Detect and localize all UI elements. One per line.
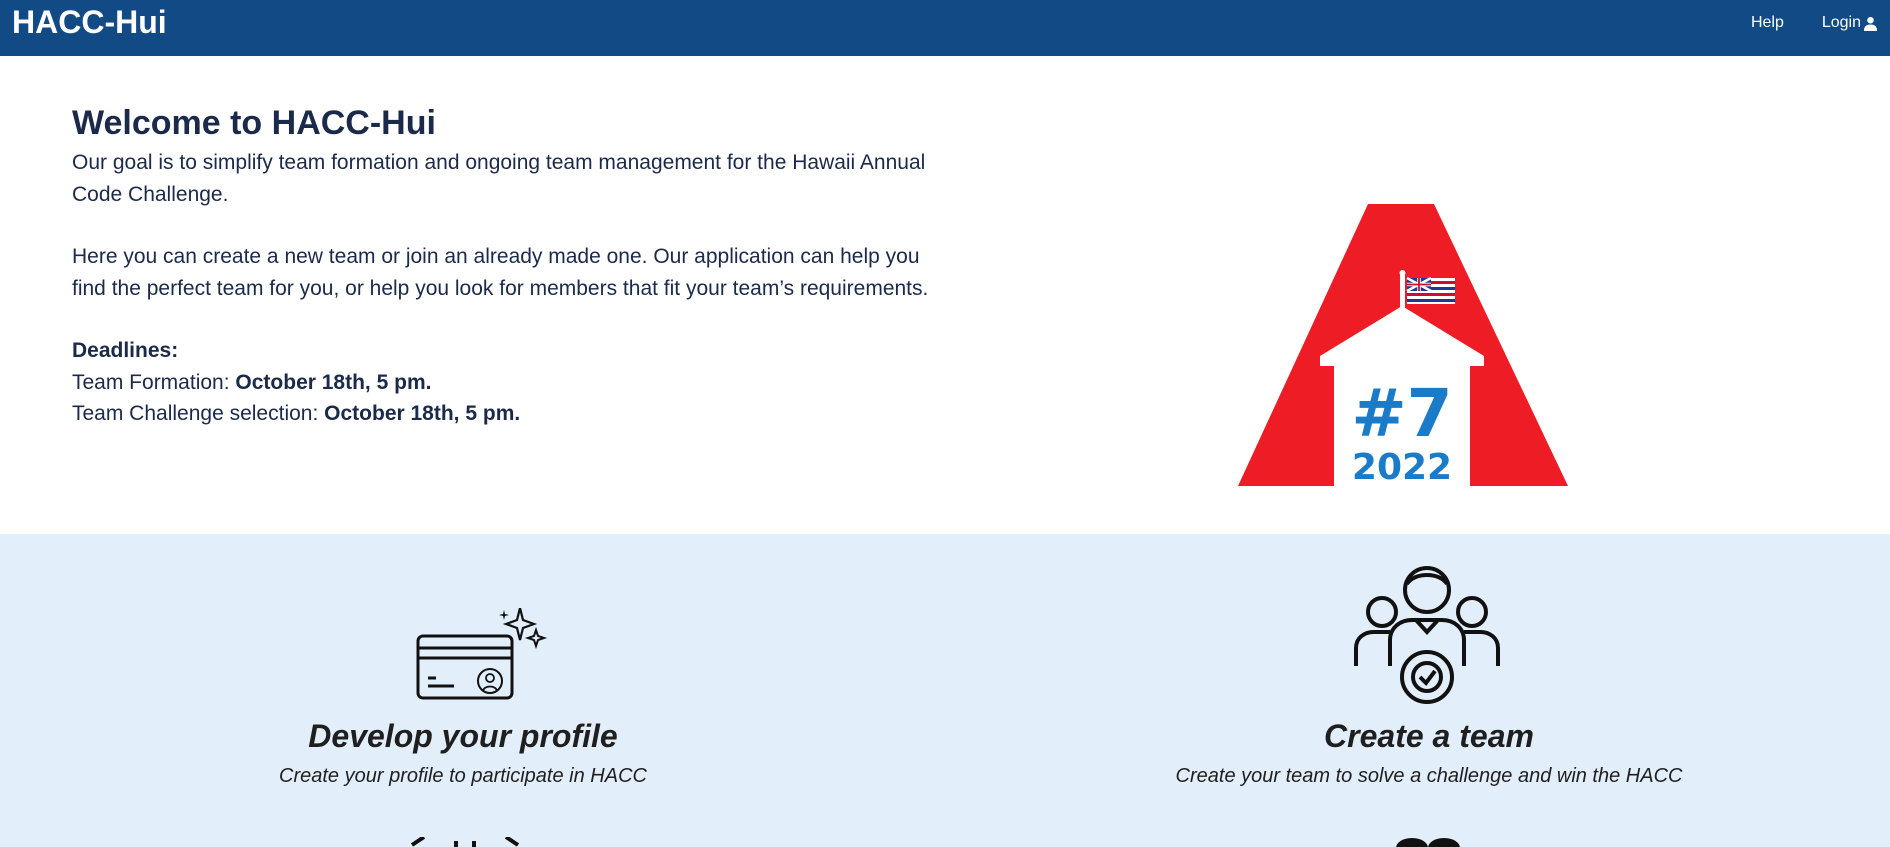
- navbar: HACC-Hui Help Login: [0, 0, 1890, 56]
- next-feature-icon-right: [1396, 838, 1460, 847]
- team-formation-date: October 18th, 5 pm.: [235, 370, 432, 394]
- id-card-sparkle-icon: [416, 608, 548, 700]
- team-formation-label: Team Formation:: [72, 370, 230, 394]
- hero-text: Welcome to HACC-Hui Our goal is to simpl…: [72, 104, 952, 430]
- deadlines-heading: Deadlines:: [72, 339, 179, 362]
- hero-section: Welcome to HACC-Hui Our goal is to simpl…: [0, 56, 1890, 534]
- feature-desc: Create your profile to participate in HA…: [279, 765, 647, 787]
- feature-title: Create a team: [1324, 718, 1534, 754]
- hawaii-flag-icon: [1406, 276, 1455, 304]
- logo-year: 2022: [1352, 447, 1452, 486]
- intro-paragraph: Here you can create a new team or join a…: [72, 245, 929, 300]
- team-formation-deadline: Team Formation: October 18th, 5 pm.: [72, 367, 952, 399]
- feature-desc: Create your team to solve a challenge an…: [1175, 765, 1683, 787]
- team-check-icon: [1354, 566, 1500, 704]
- login-link[interactable]: Login: [1822, 14, 1878, 32]
- feature-title: Develop your profile: [308, 718, 618, 754]
- feature-create-team: Create a team Create your team to solve …: [1079, 718, 1779, 788]
- feature-develop-profile: Develop your profile Create your profile…: [113, 718, 813, 788]
- challenge-date: October 18th, 5 pm.: [324, 402, 521, 425]
- user-icon: [1863, 16, 1878, 31]
- brand-link[interactable]: HACC-Hui: [12, 4, 167, 41]
- logo-number: #7: [1351, 375, 1452, 452]
- help-label: Help: [1750, 14, 1784, 31]
- login-label: Login: [1821, 14, 1861, 31]
- goal-paragraph: Our goal is to simplify team formation a…: [72, 151, 926, 206]
- challenge-deadline: Team Challenge selection: October 18th, …: [72, 398, 952, 430]
- features-section: Develop your profile Create your profile…: [0, 534, 1890, 847]
- help-link[interactable]: Help: [1751, 14, 1784, 32]
- page-title: Welcome to HACC-Hui: [72, 104, 436, 142]
- challenge-label: Team Challenge selection:: [72, 402, 319, 425]
- next-feature-icon-left: [410, 837, 520, 847]
- nav-right: Help Login: [1751, 14, 1878, 32]
- hacc-logo: #7 2022: [1238, 204, 1568, 486]
